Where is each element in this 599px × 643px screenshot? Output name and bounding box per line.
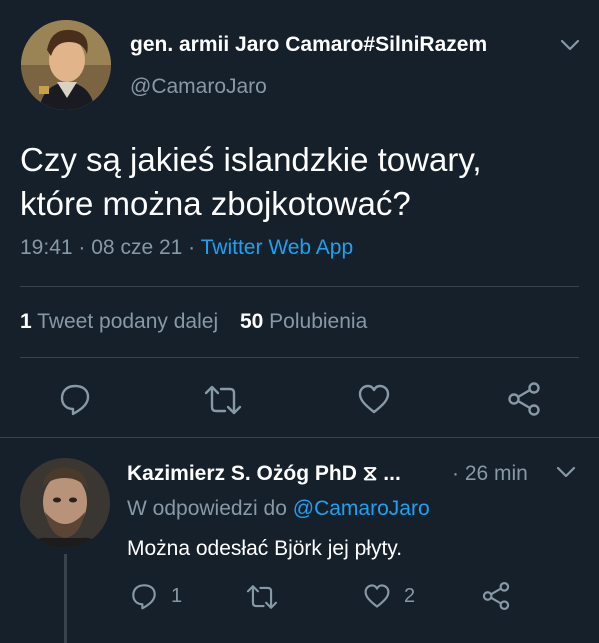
retweet-icon[interactable]: [245, 583, 279, 611]
share-icon[interactable]: [506, 381, 542, 417]
author-avatar[interactable]: [21, 20, 111, 110]
chevron-down-icon[interactable]: [556, 465, 576, 479]
reply-time[interactable]: · 26 min: [452, 462, 528, 486]
reply-author-avatar[interactable]: [20, 458, 110, 548]
like-icon[interactable]: [357, 383, 391, 415]
share-icon[interactable]: [481, 581, 511, 611]
tweet-source[interactable]: Twitter Web App: [201, 236, 354, 259]
retweets-label: Tweet podany dalej: [37, 310, 219, 333]
divider: [0, 437, 599, 438]
thread-line: [64, 554, 67, 643]
reply-icon[interactable]: [130, 582, 158, 610]
reply-icon[interactable]: [58, 382, 92, 416]
tweet-date[interactable]: 08 cze 21: [91, 236, 182, 259]
like-count: 2: [404, 585, 416, 607]
in-reply-handle[interactable]: @CamaroJaro: [293, 497, 430, 520]
tweet-time: 19:41: [20, 236, 73, 259]
tweet-metadata: 19:41 · 08 cze 21 · Twitter Web App: [20, 236, 353, 260]
chevron-down-icon[interactable]: [560, 38, 580, 52]
divider: [20, 357, 579, 358]
likes-label: Polubienia: [269, 310, 368, 333]
likes-count: 50: [239, 310, 264, 333]
portrait-image: [21, 20, 111, 110]
divider: [20, 286, 579, 287]
tweet-text-line: Czy są jakieś islandzkie towary,: [20, 141, 482, 178]
in-reply-to: W odpowiedzi do @CamaroJaro: [127, 497, 430, 521]
retweet-icon[interactable]: [203, 383, 243, 417]
author-name[interactable]: gen. armii Jaro Camaro#SilniRazem: [130, 33, 487, 57]
separator-dot: ·: [188, 236, 196, 259]
tweet-stats: 1 Tweet podany dalej 50 Polubienia: [20, 310, 367, 334]
in-reply-prefix: W odpowiedzi do: [127, 497, 287, 520]
reply-count: 1: [171, 585, 183, 607]
reply-text: Można odesłać Björk jej płyty.: [127, 537, 403, 560]
tweet-text-line: które można zbojkotować?: [20, 185, 411, 222]
author-handle[interactable]: @CamaroJaro: [130, 75, 267, 99]
reply-author-name[interactable]: Kazimierz S. Ożóg PhD ⧖ ...: [127, 462, 401, 486]
reply-avatar-image: [20, 458, 110, 548]
retweets-stat[interactable]: 1 Tweet podany dalej: [20, 310, 224, 333]
retweets-count: 1: [20, 310, 32, 333]
tweet-text: Czy są jakieś islandzkie towary, które m…: [20, 138, 482, 226]
separator-dot: ·: [78, 236, 86, 259]
like-icon[interactable]: [363, 583, 391, 609]
likes-stat[interactable]: 50 Polubienia: [240, 310, 367, 333]
